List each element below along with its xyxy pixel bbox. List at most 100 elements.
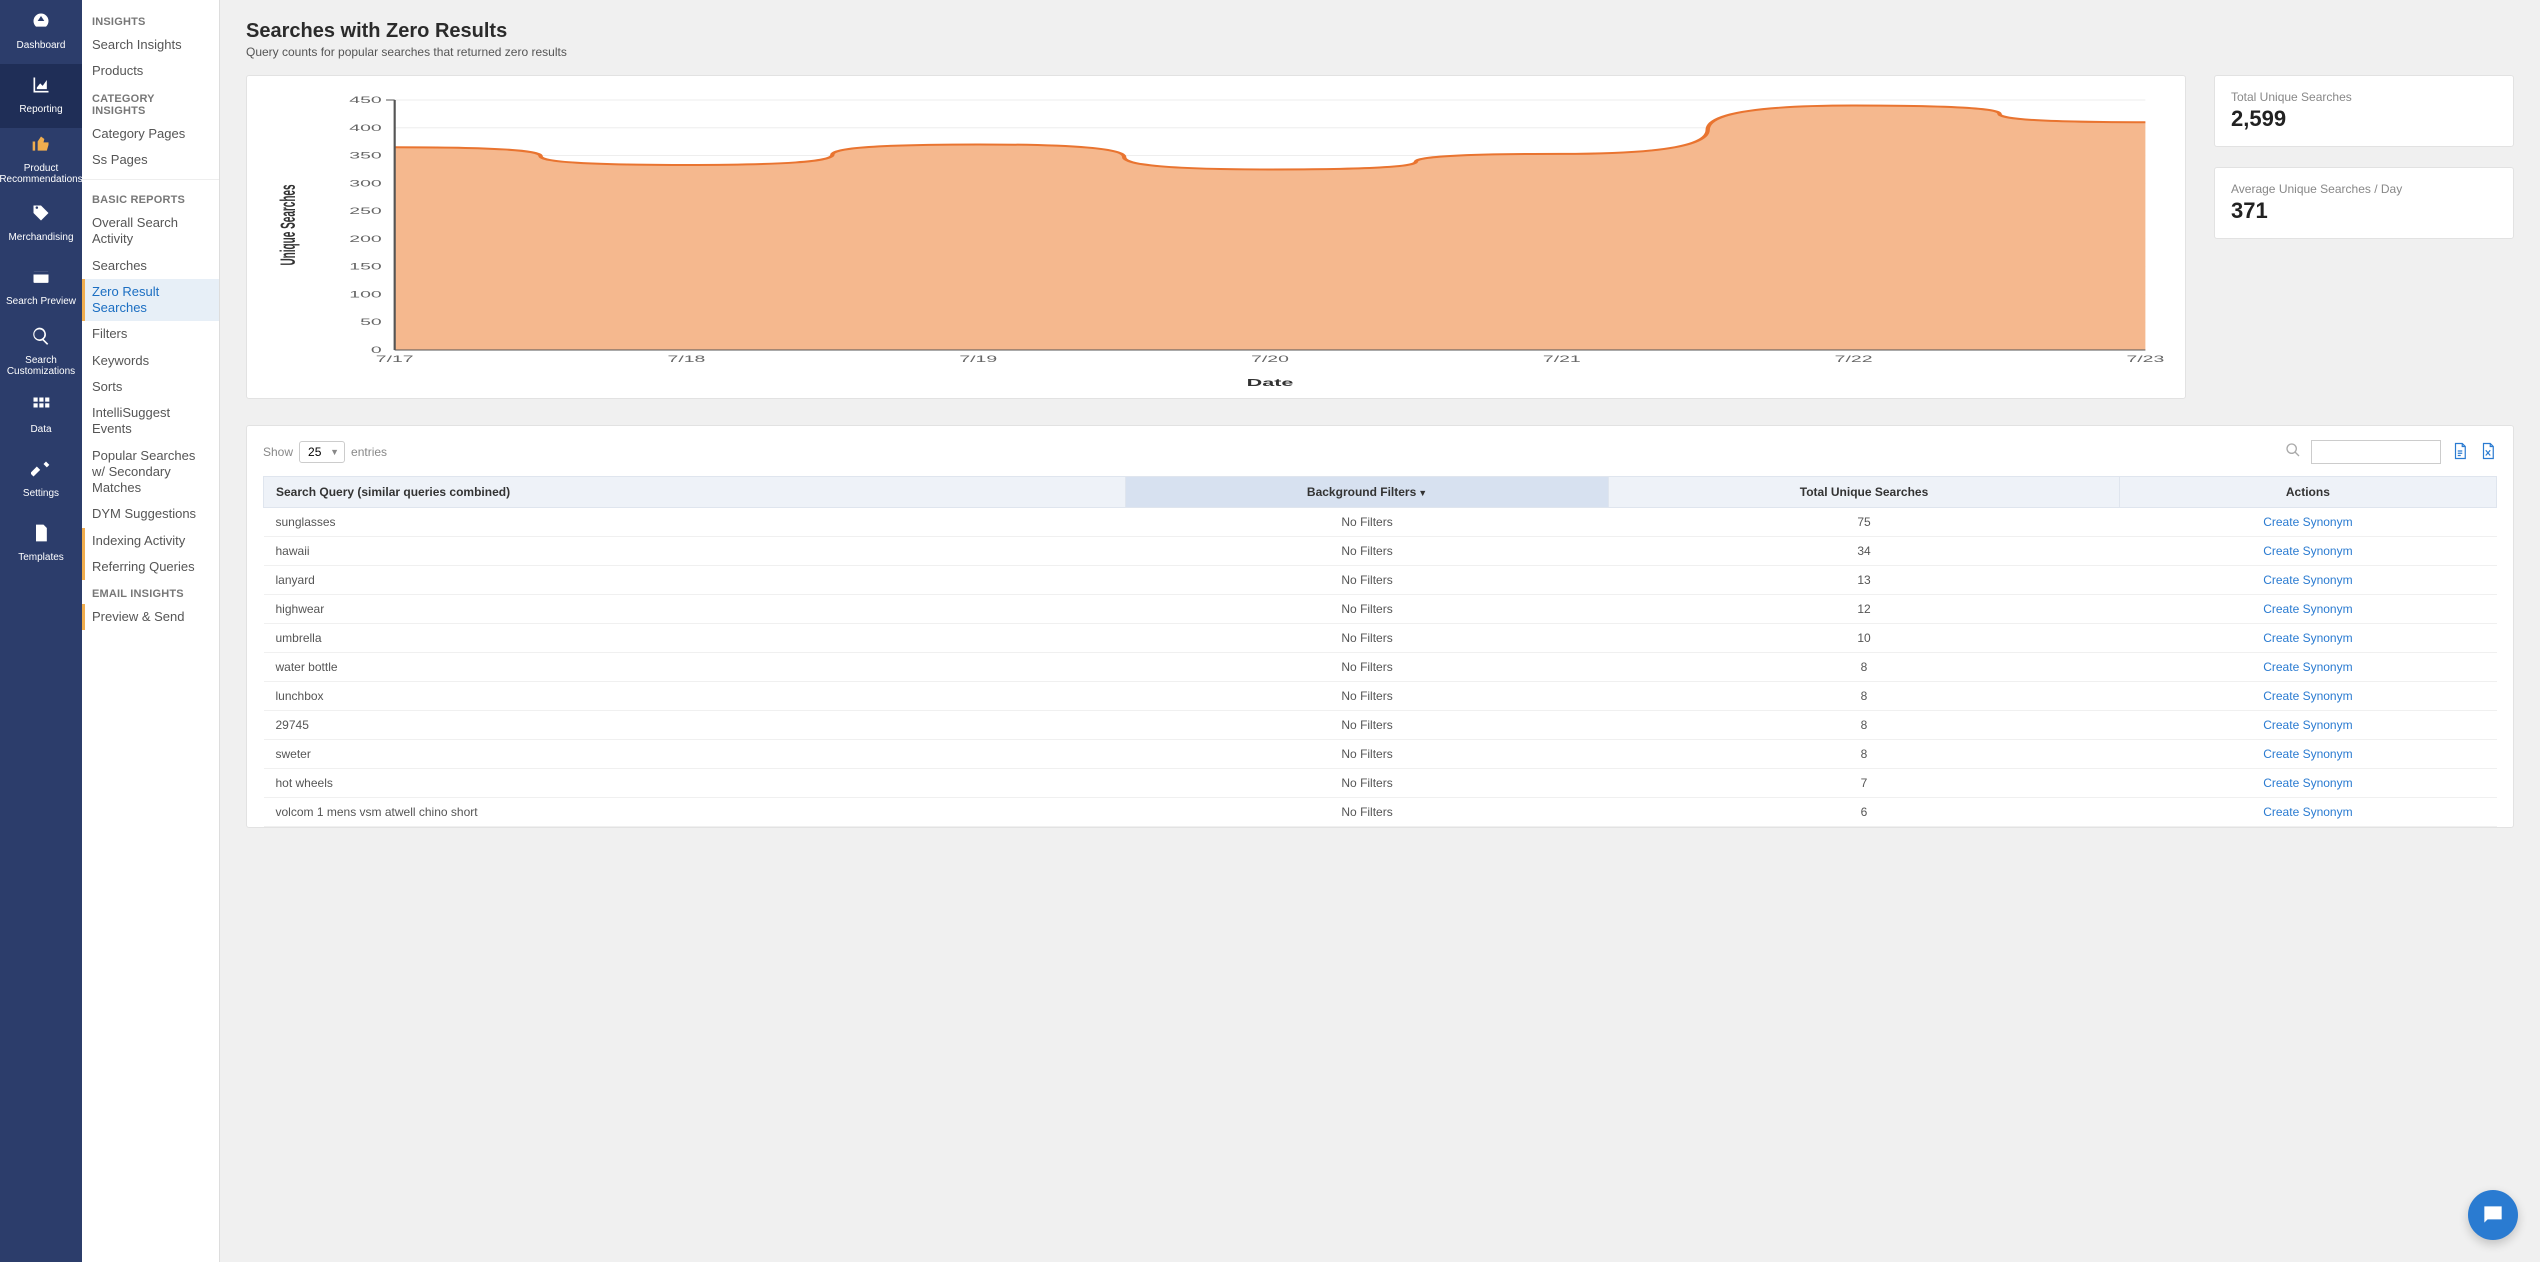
- cell-query: lunchbox: [264, 682, 1126, 711]
- sort-desc-icon: ▼: [1418, 488, 1427, 498]
- zero-results-table: Search Query (similar queries combined)B…: [263, 476, 2497, 827]
- column-header[interactable]: Background Filters▼: [1125, 477, 1608, 508]
- show-label: Show: [263, 445, 293, 459]
- sidebar-item[interactable]: Popular Searches w/ Secondary Matches: [82, 443, 219, 502]
- sidebar-divider: [82, 179, 219, 180]
- sidebar-heading: EMAIL INSIGHTS: [82, 580, 219, 604]
- create-synonym-link[interactable]: Create Synonym: [2263, 573, 2352, 587]
- nav-dashboard[interactable]: Dashboard: [0, 0, 82, 64]
- cell-count: 34: [1609, 537, 2120, 566]
- search-icon: [2285, 442, 2301, 463]
- nav-search-custom[interactable]: Search Customizations: [0, 320, 82, 384]
- window-icon: [31, 267, 51, 292]
- create-synonym-link[interactable]: Create Synonym: [2263, 776, 2352, 790]
- cell-filters: No Filters: [1125, 711, 1608, 740]
- svg-text:7/17: 7/17: [376, 354, 414, 364]
- sidebar-item[interactable]: Preview & Send: [82, 604, 219, 630]
- svg-text:300: 300: [349, 179, 381, 189]
- export-excel-icon[interactable]: [2479, 442, 2497, 462]
- create-synonym-link[interactable]: Create Synonym: [2263, 515, 2352, 529]
- table-row: sunglassesNo Filters75Create Synonym: [264, 508, 2497, 537]
- cell-action: Create Synonym: [2119, 711, 2496, 740]
- cell-action: Create Synonym: [2119, 566, 2496, 595]
- sidebar-item[interactable]: IntelliSuggest Events: [82, 400, 219, 443]
- sidebar-item[interactable]: Sorts: [82, 374, 219, 400]
- table-row: lanyardNo Filters13Create Synonym: [264, 566, 2497, 595]
- export-file-icon[interactable]: [2451, 442, 2469, 462]
- column-header[interactable]: Search Query (similar queries combined): [264, 477, 1126, 508]
- create-synonym-link[interactable]: Create Synonym: [2263, 660, 2352, 674]
- sidebar-item[interactable]: Products: [82, 58, 219, 84]
- svg-text:7/22: 7/22: [1835, 354, 1873, 364]
- nav-templates[interactable]: Templates: [0, 512, 82, 576]
- stat-card: Average Unique Searches / Day 371: [2214, 167, 2514, 239]
- sidebar-item[interactable]: DYM Suggestions: [82, 501, 219, 527]
- nav-label: Merchandising: [8, 232, 73, 243]
- cell-count: 13: [1609, 566, 2120, 595]
- create-synonym-link[interactable]: Create Synonym: [2263, 747, 2352, 761]
- stat-card: Total Unique Searches2,599: [2214, 75, 2514, 147]
- sidebar-item[interactable]: Ss Pages: [82, 147, 219, 173]
- cell-count: 8: [1609, 653, 2120, 682]
- grid-icon: [31, 395, 51, 420]
- table-row: hawaiiNo Filters34Create Synonym: [264, 537, 2497, 566]
- chat-fab[interactable]: [2468, 1190, 2518, 1240]
- entries-label: entries: [351, 445, 387, 459]
- cell-query: sweter: [264, 740, 1126, 769]
- svg-text:Date: Date: [1247, 377, 1294, 388]
- cell-count: 12: [1609, 595, 2120, 624]
- nav-label: Reporting: [19, 104, 62, 115]
- sidebar-item[interactable]: Zero Result Searches: [82, 279, 219, 322]
- cell-count: 8: [1609, 711, 2120, 740]
- cell-action: Create Synonym: [2119, 798, 2496, 827]
- table-row: hot wheelsNo Filters7Create Synonym: [264, 769, 2497, 798]
- nav-label: Search Customizations: [4, 355, 78, 377]
- nav-reporting[interactable]: Reporting: [0, 64, 82, 128]
- sidebar-item[interactable]: Keywords: [82, 348, 219, 374]
- cell-query: hawaii: [264, 537, 1126, 566]
- cell-filters: No Filters: [1125, 624, 1608, 653]
- create-synonym-link[interactable]: Create Synonym: [2263, 689, 2352, 703]
- create-synonym-link[interactable]: Create Synonym: [2263, 631, 2352, 645]
- primary-nav: Dashboard Reporting Product Recommendation…: [0, 0, 82, 1262]
- sidebar-item[interactable]: Filters: [82, 321, 219, 347]
- cell-filters: No Filters: [1125, 769, 1608, 798]
- create-synonym-link[interactable]: Create Synonym: [2263, 805, 2352, 819]
- cell-action: Create Synonym: [2119, 595, 2496, 624]
- wrench-icon: [31, 459, 51, 484]
- svg-text:7/19: 7/19: [959, 354, 997, 364]
- table-search-input[interactable]: [2311, 440, 2441, 464]
- nav-label: Product Recommendations: [0, 163, 83, 185]
- create-synonym-link[interactable]: Create Synonym: [2263, 602, 2352, 616]
- sidebar-item[interactable]: Indexing Activity: [82, 528, 219, 554]
- sidebar-item[interactable]: Search Insights: [82, 32, 219, 58]
- cell-filters: No Filters: [1125, 740, 1608, 769]
- create-synonym-link[interactable]: Create Synonym: [2263, 544, 2352, 558]
- nav-product-recs[interactable]: Product Recommendations: [0, 128, 82, 192]
- column-header[interactable]: Total Unique Searches: [1609, 477, 2120, 508]
- cell-filters: No Filters: [1125, 566, 1608, 595]
- cell-action: Create Synonym: [2119, 682, 2496, 711]
- svg-text:7/20: 7/20: [1251, 354, 1289, 364]
- show-entries-select[interactable]: 25: [299, 441, 345, 463]
- stat-value: 371: [2231, 198, 2497, 224]
- column-header[interactable]: Actions: [2119, 477, 2496, 508]
- sidebar-item[interactable]: Searches: [82, 253, 219, 279]
- svg-text:7/23: 7/23: [2126, 354, 2164, 364]
- nav-data[interactable]: Data: [0, 384, 82, 448]
- table-row: 29745No Filters8Create Synonym: [264, 711, 2497, 740]
- stat-label: Average Unique Searches / Day: [2231, 182, 2497, 196]
- nav-merchandising[interactable]: Merchandising: [0, 192, 82, 256]
- cell-filters: No Filters: [1125, 595, 1608, 624]
- cell-action: Create Synonym: [2119, 769, 2496, 798]
- sidebar-item[interactable]: Overall Search Activity: [82, 210, 219, 253]
- cell-filters: No Filters: [1125, 798, 1608, 827]
- nav-settings[interactable]: Settings: [0, 448, 82, 512]
- create-synonym-link[interactable]: Create Synonym: [2263, 718, 2352, 732]
- table-row: lunchboxNo Filters8Create Synonym: [264, 682, 2497, 711]
- svg-text:7/18: 7/18: [668, 354, 706, 364]
- nav-search-preview[interactable]: Search Preview: [0, 256, 82, 320]
- nav-label: Dashboard: [17, 40, 66, 51]
- sidebar-item[interactable]: Category Pages: [82, 121, 219, 147]
- sidebar-item[interactable]: Referring Queries: [82, 554, 219, 580]
